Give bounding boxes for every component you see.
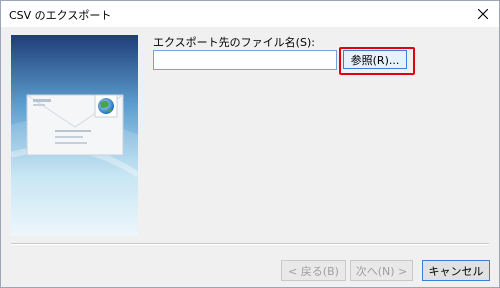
close-icon <box>478 9 488 19</box>
footer-divider <box>11 243 489 245</box>
envelope-illustration <box>11 35 138 236</box>
window-title: CSV のエクスポート <box>9 9 112 22</box>
export-csv-dialog: CSV のエクスポート エクスポート先のファイル名(S): 参照(R)... <… <box>0 0 500 288</box>
filename-input[interactable] <box>153 50 337 70</box>
browse-button[interactable]: 参照(R)... <box>343 50 407 69</box>
filename-label: エクスポート先のファイル名(S): <box>153 36 315 49</box>
globe-stamp-icon <box>94 94 118 118</box>
wizard-side-image <box>11 35 138 236</box>
cancel-button[interactable]: キャンセル <box>422 260 490 281</box>
next-button[interactable]: 次へ(N) > <box>350 260 413 281</box>
close-button[interactable] <box>473 4 493 24</box>
back-button[interactable]: < 戻る(B) <box>281 260 346 281</box>
title-bar[interactable]: CSV のエクスポート <box>1 1 499 27</box>
